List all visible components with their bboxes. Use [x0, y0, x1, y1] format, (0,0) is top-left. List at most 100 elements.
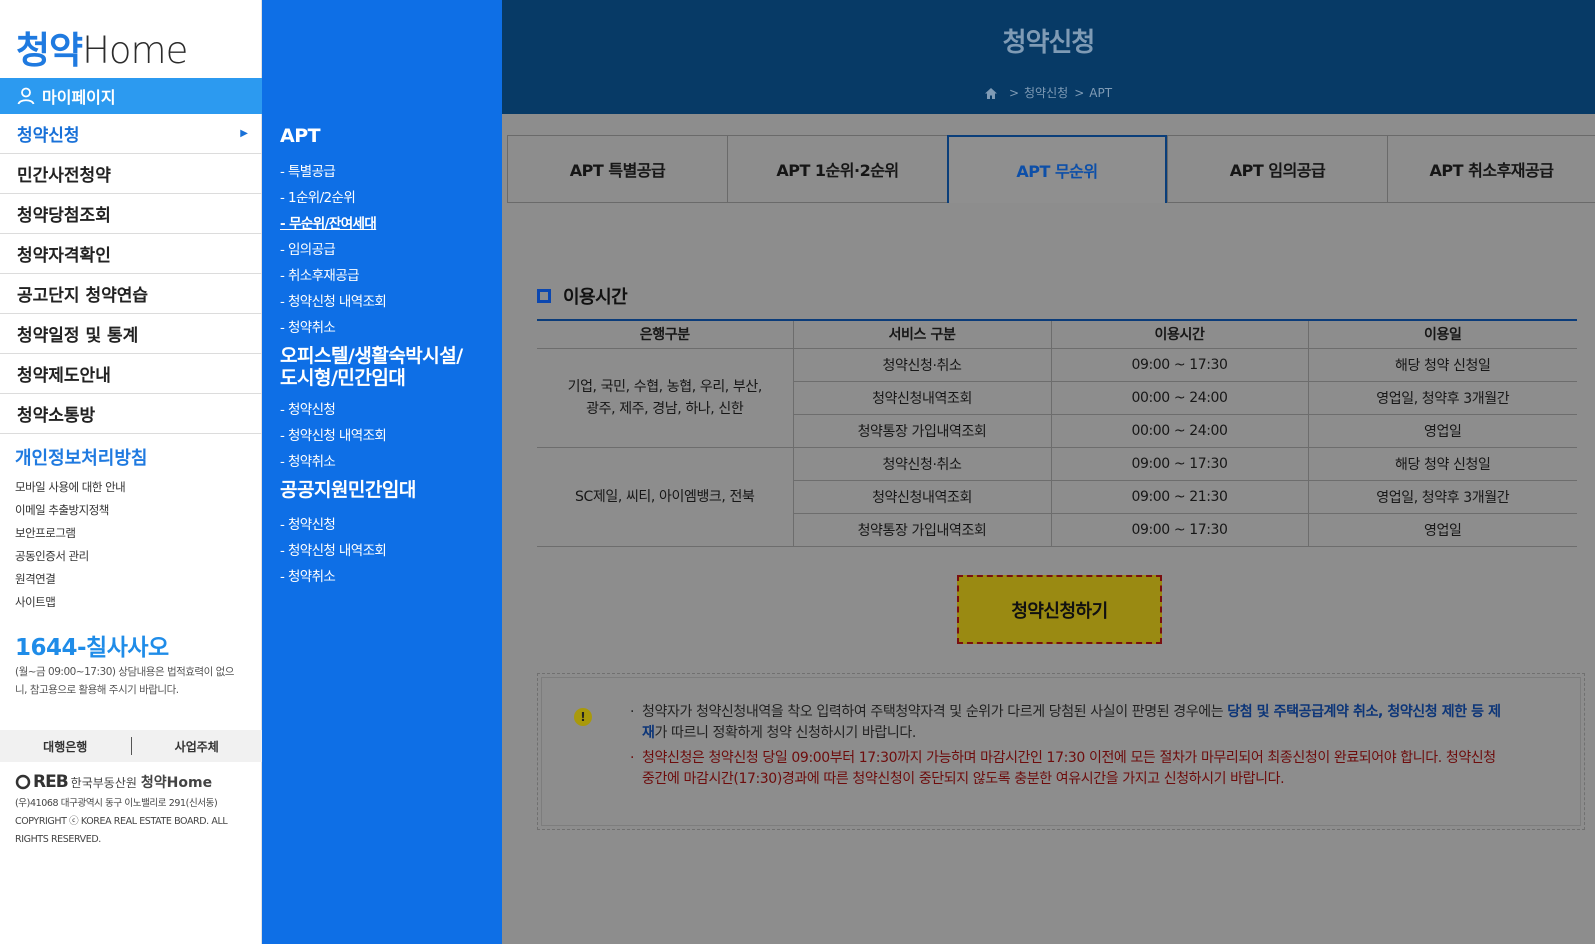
menu-item-eligibility[interactable]: 청약자격확인 [0, 234, 262, 274]
submenu-item[interactable]: - 청약신청 [280, 398, 336, 418]
table-cell: 09:00 ~ 17:30 [1050, 513, 1308, 547]
bank-bar: 대행은행 사업주체 [0, 730, 262, 762]
submenu-item-current[interactable]: - 무순위/잔여세대 [280, 212, 377, 232]
notice-item: 청약자가 청약신청내역을 착오 입력하여 주택청약자격 및 순위가 다르게 당첨… [630, 702, 1510, 744]
submenu-item[interactable]: - 청약신청 내역조회 [280, 290, 387, 310]
submenu-item[interactable]: - 청약신청 [280, 513, 336, 533]
table-header: 이용일 [1307, 319, 1577, 349]
usage-time-table: 은행구분 서비스 구분 이용시간 이용일 기업, 국민, 수협, 농협, 우리,… [537, 319, 1577, 547]
menu-item-label: 청약자격확인 [17, 246, 111, 266]
page-title: 청약신청 [1002, 28, 1096, 58]
submenu-title-officetel[interactable]: 오피스텔/생활숙박시설/ 도시형/민간임대 [280, 345, 463, 389]
link-security-program[interactable]: 보안프로그램 [15, 522, 125, 545]
menu-item-practice[interactable]: 공고단지 청약연습 [0, 274, 262, 314]
menu-item-label: 청약소통방 [17, 406, 96, 426]
link-mobile-guide[interactable]: 모바일 사용에 대한 안내 [15, 476, 126, 499]
submenu-title-public-rental[interactable]: 공공지원민간임대 [280, 479, 416, 501]
sub-menu-panel: APT - 특별공급 - 1순위/2순위 - 무순위/잔여세대 - 임의공급 -… [262, 0, 502, 944]
submenu-item[interactable]: - 청약신청 내역조회 [280, 539, 387, 559]
contact-note: (월~금 09:00~17:30) 상담내용은 법적효력이 없으니, 참고용으로… [15, 666, 234, 696]
table-cell: 영업일, 청약후 3개월간 [1307, 480, 1577, 514]
footer-reb: REB [33, 772, 69, 792]
notice-text-part: 가 따르니 정확하게 청약 신청하시기 바랍니다. [654, 725, 916, 741]
submenu-item[interactable]: - 1순위/2순위 [280, 186, 356, 206]
chevron-right-icon: ▶ [240, 128, 248, 139]
menu-item-schedule[interactable]: 청약일정 및 통계 [0, 314, 262, 354]
mypage-button[interactable]: 마이페이지 [0, 78, 262, 114]
menu-item-label: 청약신청 [17, 126, 80, 146]
menu-item-label: 청약일정 및 통계 [17, 326, 139, 346]
table-row: 기업, 국민, 수협, 농협, 우리, 부산, 광주, 제주, 경남, 하나, … [537, 348, 1577, 448]
table-cell: 청약통장 가입내역조회 [793, 414, 1051, 448]
submenu-item[interactable]: - 취소후재공급 [280, 264, 359, 284]
bank-group-cell: SC제일, 씨티, 아이엠뱅크, 전북 [537, 447, 794, 547]
submenu-item[interactable]: - 청약취소 [280, 565, 336, 585]
menu-item-label: 청약제도안내 [17, 366, 111, 386]
reb-logo-icon [15, 774, 31, 790]
notice-box: ! 청약자가 청약신청내역을 착오 입력하여 주택청약자격 및 순위가 다르게 … [537, 673, 1585, 830]
submenu-item[interactable]: - 특별공급 [280, 160, 336, 180]
table-cell: 09:00 ~ 17:30 [1050, 348, 1308, 382]
submenu-item[interactable]: - 청약취소 [280, 316, 336, 336]
submenu-item[interactable]: - 청약취소 [280, 450, 336, 470]
menu-item-label: 민간사전청약 [17, 166, 111, 186]
site-logo[interactable]: 청약Home [16, 22, 188, 72]
table-cell: 00:00 ~ 24:00 [1050, 381, 1308, 415]
page-header: 청약신청 > 청약신청 > APT [502, 0, 1595, 114]
table-header: 이용시간 [1050, 319, 1308, 349]
table-cell: 00:00 ~ 24:00 [1050, 414, 1308, 448]
menu-item-pre-subscription[interactable]: 민간사전청약 [0, 154, 262, 194]
menu-item-label: 청약당첨조회 [17, 206, 111, 226]
bank-group-cell: 기업, 국민, 수협, 농협, 우리, 부산, 광주, 제주, 경남, 하나, … [537, 348, 794, 448]
menu-item-system-guide[interactable]: 청약제도안내 [0, 354, 262, 394]
notice-item-warning: 청약신청은 청약신청 당일 09:00부터 17:30까지 가능하며 마감시간인… [630, 748, 1510, 790]
mypage-label: 마이페이지 [42, 88, 116, 107]
apply-subscription-button[interactable]: 청약신청하기 [957, 575, 1162, 644]
main-menu: 청약신청 ▶ 민간사전청약 청약당첨조회 청약자격확인 공고단지 청약연습 청약일… [0, 114, 262, 434]
tab-optional-supply[interactable]: APT 임의공급 [1167, 135, 1387, 203]
section-title-text: 이용시간 [563, 287, 628, 308]
logo-part2: Home [82, 29, 188, 72]
left-sidebar: 청약Home 마이페이지 청약신청 ▶ 민간사전청약 청약당첨조회 청약자격확인 … [0, 0, 262, 944]
footer-brand: 청약Home [140, 775, 213, 791]
table-cell: 해당 청약 신청일 [1307, 447, 1577, 481]
link-sitemap[interactable]: 사이트맵 [15, 591, 125, 614]
menu-item-winner-check[interactable]: 청약당첨조회 [0, 194, 262, 234]
submenu-item[interactable]: - 임의공급 [280, 238, 336, 258]
privacy-policy-link[interactable]: 개인정보처리방침 [15, 444, 147, 470]
menu-item-apply[interactable]: 청약신청 ▶ [0, 114, 262, 154]
main-content: 청약신청 > 청약신청 > APT APT 특별공급 APT 1순위·2순위 APT … [502, 0, 1595, 944]
business-entity-link[interactable]: 사업주체 [132, 738, 263, 755]
table-cell: 청약신청내역조회 [793, 381, 1051, 415]
table-cell: 해당 청약 신청일 [1307, 348, 1577, 382]
submenu-title-line: 도시형/민간임대 [280, 367, 406, 389]
table-cell: 청약신청·취소 [792, 447, 1051, 481]
table-cell: 영업일, 청약후 3개월간 [1307, 381, 1577, 415]
tab-no-rank[interactable]: APT 무순위 [947, 135, 1167, 203]
breadcrumb-item[interactable]: 청약신청 [1024, 86, 1068, 100]
footer-org: 한국부동산원 [70, 775, 137, 790]
agent-bank-link[interactable]: 대행은행 [0, 738, 131, 755]
exclamation-icon: ! [574, 708, 592, 726]
footer-logo: REB 한국부동산원 청약Home [15, 772, 212, 792]
menu-item-label: 공고단지 청약연습 [17, 286, 149, 306]
link-certificate[interactable]: 공동인증서 관리 [15, 545, 125, 568]
breadcrumb-separator: > [1008, 86, 1020, 100]
breadcrumb-item[interactable]: APT [1089, 86, 1112, 100]
link-email-policy[interactable]: 이메일 추출방지정책 [15, 499, 125, 522]
tab-first-second-rank[interactable]: APT 1순위·2순위 [727, 135, 947, 203]
table-header-row: 은행구분 서비스 구분 이용시간 이용일 [537, 319, 1577, 349]
home-icon[interactable] [984, 88, 997, 99]
contact-phone: 1644-칠사사오 [15, 635, 169, 661]
table-cell: 영업일 [1307, 414, 1577, 448]
notice-text: 청약자가 청약신청내역을 착오 입력하여 주택청약자격 및 순위가 다르게 당첨… [630, 702, 1510, 794]
submenu-title-apt[interactable]: APT [280, 125, 321, 147]
link-remote[interactable]: 원격연결 [15, 568, 125, 591]
tab-resupply[interactable]: APT 취소후재공급 [1387, 135, 1595, 203]
footer-links: 모바일 사용에 대한 안내 이메일 추출방지정책 보안프로그램 공동인증서 관리… [15, 476, 126, 614]
notice-inner: ! 청약자가 청약신청내역을 착오 입력하여 주택청약자격 및 순위가 다르게 … [541, 677, 1581, 826]
menu-item-community[interactable]: 청약소통방 [0, 394, 262, 434]
submenu-title-line: 오피스텔/생활숙박시설/ [280, 345, 463, 367]
submenu-item[interactable]: - 청약신청 내역조회 [280, 424, 387, 444]
tab-special-supply[interactable]: APT 특별공급 [507, 135, 727, 203]
